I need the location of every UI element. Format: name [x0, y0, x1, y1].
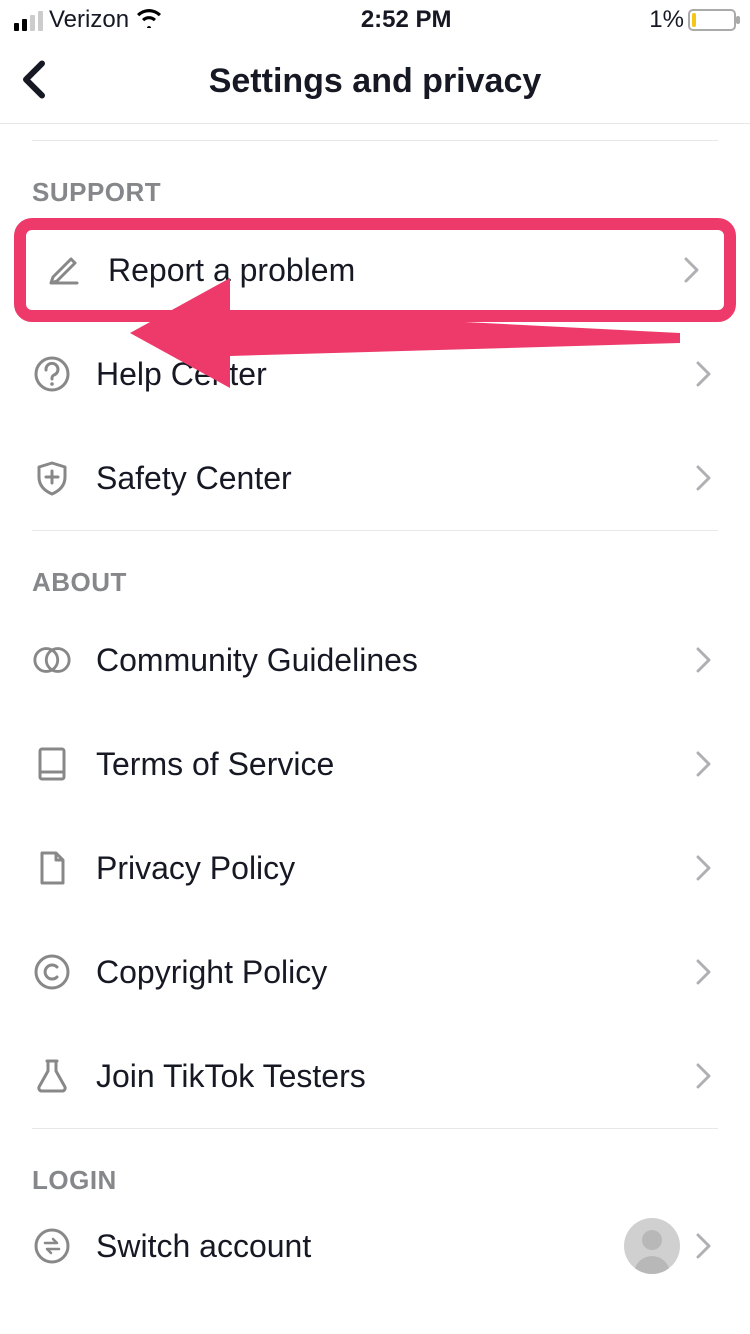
chevron-right-icon: [690, 854, 718, 882]
swap-circle-icon: [32, 1226, 72, 1266]
highlight-report-problem: Report a problem: [14, 218, 736, 322]
signal-strength-icon: [14, 9, 43, 31]
row-label: Safety Center: [72, 460, 690, 497]
row-testers[interactable]: Join TikTok Testers: [0, 1024, 750, 1128]
chevron-left-icon: [20, 59, 48, 99]
flask-icon: [32, 1056, 72, 1096]
row-copyright[interactable]: Copyright Policy: [0, 920, 750, 1024]
section-header-about: ABOUT: [0, 531, 750, 608]
row-label: Copyright Policy: [72, 954, 690, 991]
shield-plus-icon: [32, 458, 72, 498]
row-label: Join TikTok Testers: [72, 1058, 690, 1095]
row-label: Terms of Service: [72, 746, 690, 783]
book-icon: [32, 744, 72, 784]
section-header-login: LOGIN: [0, 1129, 750, 1206]
chevron-right-icon: [690, 958, 718, 986]
row-label: Help Center: [72, 356, 690, 393]
chevron-right-icon: [690, 750, 718, 778]
row-terms[interactable]: Terms of Service: [0, 712, 750, 816]
row-label: Switch account: [72, 1228, 624, 1265]
document-icon: [32, 848, 72, 888]
row-community-guidelines[interactable]: Community Guidelines: [0, 608, 750, 712]
battery-icon: [688, 9, 736, 31]
status-bar: Verizon 2:52 PM 1%: [0, 0, 750, 40]
question-circle-icon: [32, 354, 72, 394]
row-safety-center[interactable]: Safety Center: [0, 426, 750, 530]
carrier-label: Verizon: [49, 6, 129, 34]
row-help-center[interactable]: Help Center: [0, 322, 750, 426]
row-privacy[interactable]: Privacy Policy: [0, 816, 750, 920]
avatar: [624, 1218, 680, 1274]
status-right: 1%: [649, 6, 736, 34]
chevron-right-icon: [690, 464, 718, 492]
row-report-problem[interactable]: Report a problem: [26, 230, 724, 310]
chevron-right-icon: [678, 256, 706, 284]
back-button[interactable]: [20, 59, 48, 104]
row-switch-account[interactable]: Switch account: [0, 1206, 750, 1286]
chevron-right-icon: [690, 1062, 718, 1090]
circles-icon: [32, 640, 72, 680]
row-label: Privacy Policy: [72, 850, 690, 887]
row-label: Report a problem: [84, 252, 678, 289]
wifi-icon: [135, 6, 163, 35]
page-header: Settings and privacy: [0, 40, 750, 124]
battery-percentage: 1%: [649, 6, 684, 34]
pencil-icon: [44, 250, 84, 290]
status-time: 2:52 PM: [361, 6, 452, 34]
chevron-right-icon: [690, 360, 718, 388]
chevron-right-icon: [690, 1232, 718, 1260]
row-label: Community Guidelines: [72, 642, 690, 679]
section-header-support: SUPPORT: [0, 141, 750, 218]
copyright-icon: [32, 952, 72, 992]
status-left: Verizon: [14, 6, 163, 35]
page-title: Settings and privacy: [209, 62, 542, 101]
chevron-right-icon: [690, 646, 718, 674]
